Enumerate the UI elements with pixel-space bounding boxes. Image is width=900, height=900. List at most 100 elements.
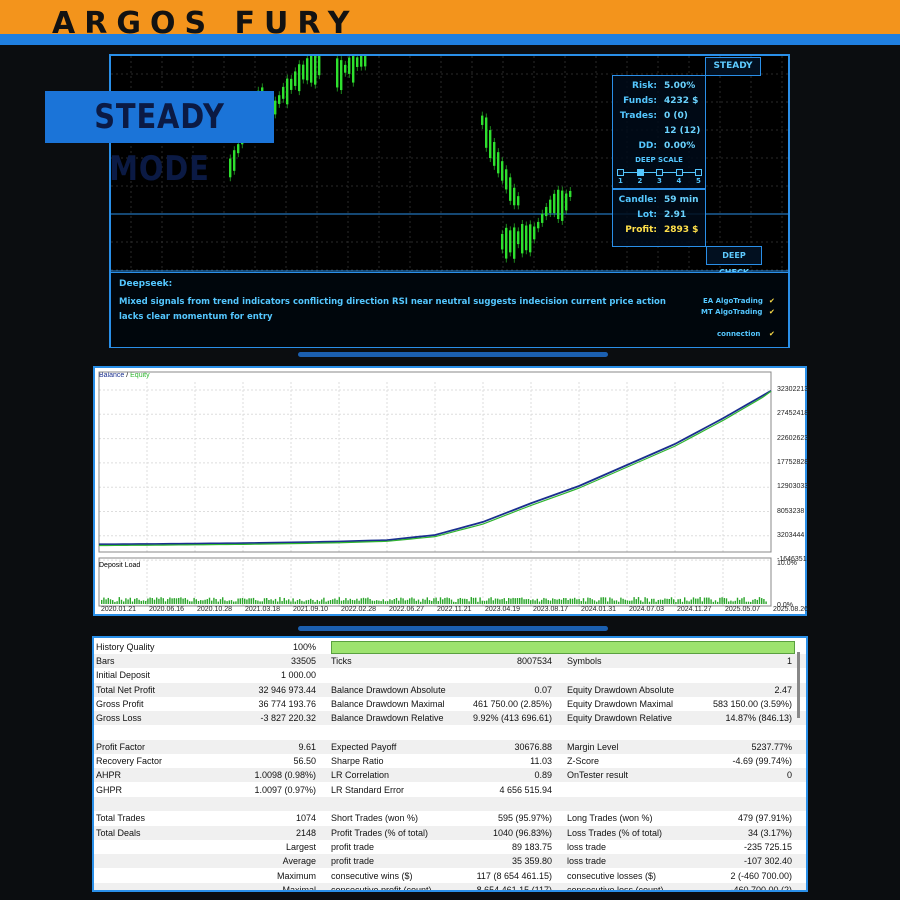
results-table: History Quality 100% Bars 33505 Ticks 80075… (92, 636, 808, 892)
history-quality-bar (331, 641, 795, 654)
deposit-load-bar (222, 597, 224, 604)
balance-equity-chart (98, 371, 772, 607)
deposit-load-bar (349, 598, 351, 604)
deep-scale-step[interactable] (617, 169, 624, 176)
deposit-load-bar (659, 599, 662, 604)
deep-scale-tick-label: 1 (618, 177, 623, 185)
deposit-load-bar (554, 599, 556, 604)
deposit-load-bar (167, 599, 169, 604)
deposit-load-bar (505, 601, 508, 604)
check-icon: ✔ (769, 297, 775, 305)
status-mt-label: MT AlgoTrading (701, 308, 763, 316)
table-cell-value: 2148 (295, 827, 316, 838)
deep-scale-step[interactable] (656, 169, 663, 176)
deposit-load-bar (563, 598, 565, 604)
scrollbar[interactable] (797, 652, 800, 718)
deposit-load-bar (510, 598, 512, 604)
deposit-load-bar (206, 599, 208, 604)
steady-button[interactable]: STEADY (705, 57, 761, 76)
table-cell-value: 595 (95.97%) (497, 813, 552, 824)
deposit-load-bar (391, 600, 393, 604)
deposit-load-bar (501, 599, 503, 604)
deposit-load-bar (120, 599, 123, 604)
deposit-load-bar (380, 601, 382, 604)
deposit-load-bar (521, 597, 523, 604)
deposit-load-bar (558, 598, 560, 604)
deposit-load-bar (417, 599, 420, 604)
deposit-load-bar (640, 600, 642, 604)
y-tick-label: 3203444 (777, 531, 805, 539)
deposit-load-bar (547, 600, 549, 604)
deep-scale-step[interactable] (695, 169, 702, 176)
deposit-load-bar (492, 600, 494, 604)
deposit-load-bar (530, 600, 532, 604)
y-tick-label: 17752828 (777, 458, 809, 466)
mode-banner: STEADY MODE (45, 91, 274, 189)
deep-scale-slider[interactable]: 1 2 3 4 5 (613, 168, 705, 188)
table-cell-value: 117 (8 654 461.15) (476, 870, 552, 881)
table-row: Bars 33505 Ticks 8007534 Symbols 1 (94, 654, 806, 668)
deposit-load-bar (721, 597, 723, 604)
deposit-load-bar (237, 598, 239, 604)
deposit-load-bar (373, 600, 376, 604)
stat-risk: Risk: 5.00% (613, 79, 705, 93)
candle-label: Candle: (618, 195, 657, 205)
table-cell-value: Maximum (276, 870, 316, 881)
deposit-load-bar (741, 598, 743, 604)
deepseek-title: Deepseek: (119, 279, 173, 289)
lot-row: Lot: 2.91 (613, 208, 705, 222)
deep-scale-tick-label: 3 (657, 177, 662, 185)
deposit-load-bar (666, 598, 668, 604)
deposit-load-bar (765, 601, 767, 604)
profit-label: Profit: (625, 225, 657, 235)
deposit-load-bar (673, 599, 675, 604)
deposit-load-bar (464, 598, 466, 604)
deep-scale-step[interactable] (636, 169, 644, 176)
deposit-load-bar (235, 601, 237, 604)
deposit-load-bar (589, 597, 591, 604)
deposit-load-bar (274, 598, 277, 604)
deposit-load-bar (651, 598, 653, 604)
deposit-load-bar (400, 597, 402, 604)
table-cell-value: 9.61 (298, 741, 316, 752)
deposit-load-bar (292, 598, 294, 604)
deposit-load-bar (246, 599, 248, 604)
deposit-load-bar (545, 598, 547, 604)
deposit-load-bar (723, 597, 725, 604)
deep-scale-step[interactable] (675, 169, 683, 176)
deposit-load-bar (164, 601, 167, 604)
x-tick-label: 2022.02.28 (341, 606, 377, 613)
deposit-load-bar (459, 597, 461, 604)
stat-dd: DD: 0.00% (613, 139, 705, 153)
deposit-load-bar (435, 597, 437, 604)
deposit-load-bar (497, 598, 499, 604)
deposit-load-bar (134, 598, 136, 604)
deep-check-button[interactable]: DEEP CHECK (706, 246, 762, 277)
table-cell-value: 1040 (96.83%) (492, 827, 552, 838)
deposit-load-bar (259, 601, 261, 604)
deposit-load-bar (213, 597, 215, 604)
deposit-load-bar (413, 598, 415, 604)
table-cell-value: 89 183.75 (511, 841, 552, 852)
table-cell-value: 2 (-460 700.00) (730, 870, 792, 881)
deposit-load-bar (248, 598, 250, 604)
deposit-load-bar (543, 597, 545, 604)
deposit-load-bar (523, 599, 525, 604)
table-cell-value: 1 (786, 656, 792, 666)
deposit-load-bar (692, 597, 695, 604)
deposit-load-bar (354, 600, 356, 604)
deposit-load-bar (345, 598, 347, 604)
deposit-load-bar (688, 601, 690, 604)
y-tick-label: 27452418 (777, 410, 809, 418)
deposit-load-bar (266, 598, 268, 604)
y-tick-label: 32302213 (777, 386, 809, 393)
table-row: Recovery Factor 56.50 Sharpe Ratio 11.03 Z-S… (94, 754, 806, 768)
deposit-load-bar (420, 601, 422, 604)
stat-value: 5.00% (664, 81, 696, 91)
status-ea-label: EA AlgoTrading (703, 297, 763, 305)
deposit-load-bar (549, 600, 552, 604)
deposit-load-bar (494, 598, 497, 604)
deposit-load-bar (679, 598, 681, 604)
deposit-load-bar (582, 598, 585, 604)
deposit-load-bar (127, 599, 129, 604)
